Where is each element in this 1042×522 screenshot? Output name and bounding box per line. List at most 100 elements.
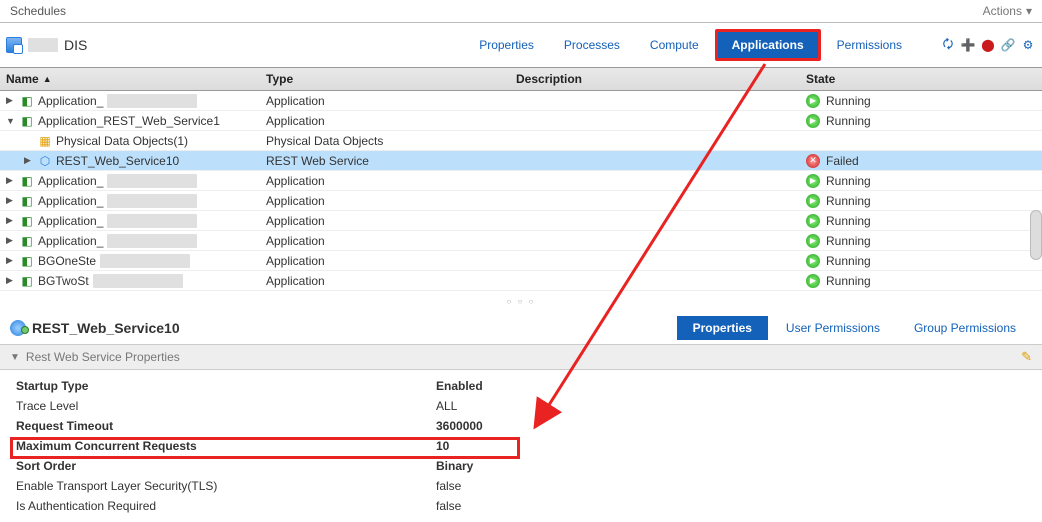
- splitter-grip[interactable]: ○ ○ ○: [0, 291, 1042, 312]
- schedules-link[interactable]: Schedules: [10, 4, 66, 18]
- property-value: false: [436, 479, 461, 493]
- app-icon: [20, 274, 34, 288]
- refresh-icon[interactable]: 🗘: [940, 37, 956, 53]
- col-name-header[interactable]: Name ▲: [6, 72, 266, 86]
- masked-text: [107, 174, 197, 188]
- col-description-header[interactable]: Description: [516, 72, 806, 86]
- detail-tab-group-permissions[interactable]: Group Permissions: [898, 316, 1032, 340]
- tab-permissions[interactable]: Permissions: [823, 32, 916, 58]
- edit-icon[interactable]: ✎: [1021, 349, 1032, 365]
- folder-icon: [38, 134, 52, 148]
- table-row[interactable]: Physical Data Objects(1) Physical Data Ob…: [0, 131, 1042, 151]
- service-icon: [6, 37, 22, 53]
- tool-icon[interactable]: ⚙: [1020, 37, 1036, 53]
- property-label: Sort Order: [16, 459, 436, 473]
- masked-text: [28, 38, 58, 52]
- row-type: REST Web Service: [266, 154, 516, 168]
- masked-text: [107, 234, 197, 248]
- detail-tab-user-permissions[interactable]: User Permissions: [770, 316, 896, 340]
- property-value: false: [436, 499, 461, 513]
- property-label: Maximum Concurrent Requests: [16, 439, 436, 453]
- property-row: Is Authentication Requiredfalse: [16, 496, 1026, 516]
- add-icon[interactable]: ➕: [960, 37, 976, 53]
- tab-compute[interactable]: Compute: [636, 32, 713, 58]
- masked-text: [93, 274, 183, 288]
- row-type: Application: [266, 94, 516, 108]
- row-type: Application: [266, 274, 516, 288]
- property-label: Request Timeout: [16, 419, 436, 433]
- row-name: Application_: [38, 194, 103, 208]
- property-row: Enable Transport Layer Security(TLS)fals…: [16, 476, 1026, 496]
- row-name: REST_Web_Service10: [56, 154, 179, 168]
- row-state: Running: [806, 114, 1036, 128]
- detail-tab-properties[interactable]: Properties: [677, 316, 768, 340]
- sort-asc-icon: ▲: [43, 74, 52, 84]
- svc-icon: [38, 154, 52, 168]
- table-row[interactable]: ▶Application_ApplicationRunning: [0, 91, 1042, 111]
- state-run-icon: [806, 94, 820, 108]
- table-row[interactable]: ▶Application_ApplicationRunning: [0, 171, 1042, 191]
- state-run-icon: [806, 254, 820, 268]
- expand-toggle[interactable]: ▶: [6, 215, 16, 226]
- expand-toggle[interactable]: ▶: [6, 235, 16, 246]
- row-state: Running: [806, 174, 1036, 188]
- table-row[interactable]: ▶Application_ApplicationRunning: [0, 231, 1042, 251]
- expand-toggle[interactable]: ▼: [6, 116, 16, 126]
- row-name: Application_: [38, 234, 103, 248]
- property-label: Enable Transport Layer Security(TLS): [16, 479, 436, 493]
- app-icon: [20, 254, 34, 268]
- state-run-icon: [806, 174, 820, 188]
- row-name: BGTwoSt: [38, 274, 89, 288]
- page-title: DIS: [64, 37, 87, 53]
- expand-toggle[interactable]: ▶: [6, 255, 16, 266]
- expand-toggle[interactable]: ▶: [6, 275, 16, 286]
- app-icon: [20, 94, 34, 108]
- property-row: Startup TypeEnabled: [16, 376, 1026, 396]
- expand-toggle[interactable]: ▶: [6, 95, 16, 106]
- app-icon: [20, 174, 34, 188]
- collapse-icon[interactable]: ▼: [10, 352, 20, 363]
- table-row[interactable]: ▶BGTwoStApplicationRunning: [0, 271, 1042, 291]
- masked-text: [100, 254, 190, 268]
- row-name: Physical Data Objects(1): [56, 134, 188, 148]
- property-value: 3600000: [436, 419, 483, 433]
- tab-applications[interactable]: Applications: [715, 29, 821, 61]
- table-row[interactable]: ▼Application_REST_Web_Service1Applicatio…: [0, 111, 1042, 131]
- expand-toggle[interactable]: ▶: [6, 195, 16, 206]
- row-type: Application: [266, 254, 516, 268]
- table-row[interactable]: ▶Application_ApplicationRunning: [0, 211, 1042, 231]
- row-name: Application_: [38, 94, 103, 108]
- masked-text: [107, 194, 197, 208]
- table-row[interactable]: ▶Application_ApplicationRunning: [0, 191, 1042, 211]
- col-state-header[interactable]: State: [806, 72, 1036, 86]
- property-value: ALL: [436, 399, 457, 413]
- actions-menu[interactable]: Actions ▾: [983, 4, 1032, 18]
- col-type-header[interactable]: Type: [266, 72, 516, 86]
- row-type: Application: [266, 194, 516, 208]
- scrollbar[interactable]: [1030, 210, 1042, 260]
- table-row[interactable]: ▶BGOneSteApplicationRunning: [0, 251, 1042, 271]
- rest-service-icon: [10, 320, 26, 336]
- row-state: Running: [806, 214, 1036, 228]
- property-value: 10: [436, 439, 449, 453]
- masked-text: [107, 94, 197, 108]
- table-row[interactable]: ▶ REST_Web_Service10 REST Web Service Faile…: [0, 151, 1042, 171]
- state-run-icon: [806, 214, 820, 228]
- property-row: Trace LevelALL: [16, 396, 1026, 416]
- state-run-icon: [806, 234, 820, 248]
- app-icon: [20, 234, 34, 248]
- property-label: Startup Type: [16, 379, 436, 393]
- stop-icon[interactable]: ⬤: [980, 37, 996, 53]
- expand-toggle[interactable]: ▶: [24, 155, 34, 166]
- row-type: Physical Data Objects: [266, 134, 516, 148]
- tab-processes[interactable]: Processes: [550, 32, 634, 58]
- actions-label: Actions: [983, 4, 1022, 18]
- row-state: Failed: [806, 154, 1036, 168]
- tab-properties[interactable]: Properties: [465, 32, 548, 58]
- row-name: Application_REST_Web_Service1: [38, 114, 220, 128]
- app-icon: [20, 214, 34, 228]
- expand-toggle[interactable]: ▶: [6, 175, 16, 186]
- link-icon[interactable]: 🔗: [1000, 37, 1016, 53]
- app-icon: [20, 194, 34, 208]
- row-name: Application_: [38, 174, 103, 188]
